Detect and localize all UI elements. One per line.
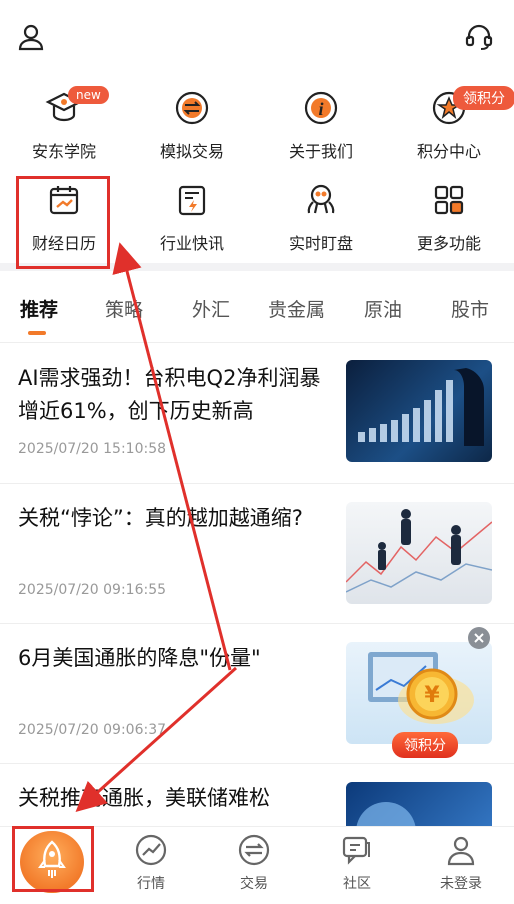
new-badge: new	[68, 86, 109, 104]
exchange-circle-icon	[170, 88, 214, 128]
tab-label: 交易	[240, 876, 268, 892]
tab-market[interactable]: 行情	[101, 833, 201, 893]
grid-item-label: 行业快讯	[159, 234, 224, 253]
tab-crude-oil[interactable]: 原油	[364, 295, 402, 322]
floating-points-promo[interactable]: ¥ 领积分	[384, 650, 484, 758]
grid-item-label: 模拟交易	[159, 142, 224, 161]
news-time: 2025/07/20 15:10:58	[18, 441, 167, 457]
tab-recommended[interactable]: 推荐	[20, 295, 58, 322]
highlight-box-home-tab	[12, 826, 94, 892]
user-icon	[444, 833, 478, 871]
tab-forex[interactable]: 外汇	[192, 295, 230, 322]
tab-community[interactable]: 社区	[307, 833, 407, 893]
news-item[interactable]: AI需求强劲！台积电Q2净利润暴增近61%，创下历史新高 2025/07/20 …	[0, 344, 514, 484]
grid-item-label: 更多功能	[416, 234, 481, 253]
trend-icon	[134, 833, 168, 871]
news-title: AI需求强劲！台积电Q2净利润暴增近61%，创下历史新高	[18, 366, 321, 423]
news-time: 2025/07/20 09:06:37	[18, 722, 167, 738]
news-flash-icon	[170, 180, 214, 220]
category-tabs: 推荐 策略 外汇 贵金属 原油 股市	[0, 271, 514, 343]
points-badge: 领积分	[453, 86, 514, 110]
active-tab-indicator	[28, 331, 46, 335]
star-badge-icon: 领积分	[427, 86, 514, 128]
news-title: 关税推高通胀，美联储难松	[18, 786, 270, 810]
grid-item-simulated-trading[interactable]: 模拟交易	[128, 70, 256, 161]
customer-service-icon[interactable]	[462, 20, 496, 54]
top-bar	[0, 0, 514, 70]
news-item[interactable]: 关税“悖论”：真的越加越通缩? 2025/07/20 09:16:55	[0, 484, 514, 624]
news-title: 6月美国通胀的降息"份量"	[18, 646, 261, 670]
promo-label: 领积分	[392, 732, 458, 758]
tab-label: 未登录	[440, 876, 482, 892]
exchange-icon	[237, 833, 271, 871]
chat-icon	[340, 833, 374, 871]
grid-item-industry-news[interactable]: 行业快讯	[128, 162, 256, 253]
grid-item-more-functions[interactable]: 更多功能	[385, 162, 513, 253]
grid-item-label: 关于我们	[288, 142, 353, 161]
tab-account[interactable]: 未登录	[411, 833, 511, 893]
grid-item-points-center[interactable]: 领积分 积分中心	[385, 70, 514, 161]
news-title: 关税“悖论”：真的越加越通缩?	[18, 506, 303, 530]
tab-precious-metals[interactable]: 贵金属	[268, 295, 325, 322]
news-thumbnail	[346, 360, 492, 462]
close-icon[interactable]	[468, 627, 490, 649]
news-thumbnail	[346, 502, 492, 604]
grid-item-live-watch[interactable]: 实时盯盘	[257, 162, 385, 253]
tab-label: 行情	[137, 876, 165, 892]
graduation-cap-icon: new	[42, 86, 109, 128]
tab-label: 社区	[343, 876, 371, 892]
grid-item-academy[interactable]: new 安东学院	[0, 70, 128, 161]
grid-item-label: 积分中心	[416, 142, 481, 161]
svg-text:i: i	[318, 99, 323, 119]
grid-item-label: 实时盯盘	[288, 234, 353, 253]
grid-item-label: 安东学院	[31, 142, 96, 161]
tab-stocks[interactable]: 股市	[451, 295, 489, 322]
watch-market-icon	[299, 180, 343, 220]
news-time: 2025/07/20 09:16:55	[18, 582, 167, 598]
highlight-box-calendar	[16, 176, 110, 269]
tab-trade[interactable]: 交易	[204, 833, 304, 893]
tab-strategy[interactable]: 策略	[105, 295, 143, 322]
svg-text:¥: ¥	[424, 683, 440, 708]
grid-item-about-us[interactable]: i 关于我们	[257, 70, 385, 161]
grid-more-icon	[427, 180, 471, 220]
info-circle-icon: i	[299, 88, 343, 128]
user-profile-icon[interactable]	[14, 20, 48, 54]
